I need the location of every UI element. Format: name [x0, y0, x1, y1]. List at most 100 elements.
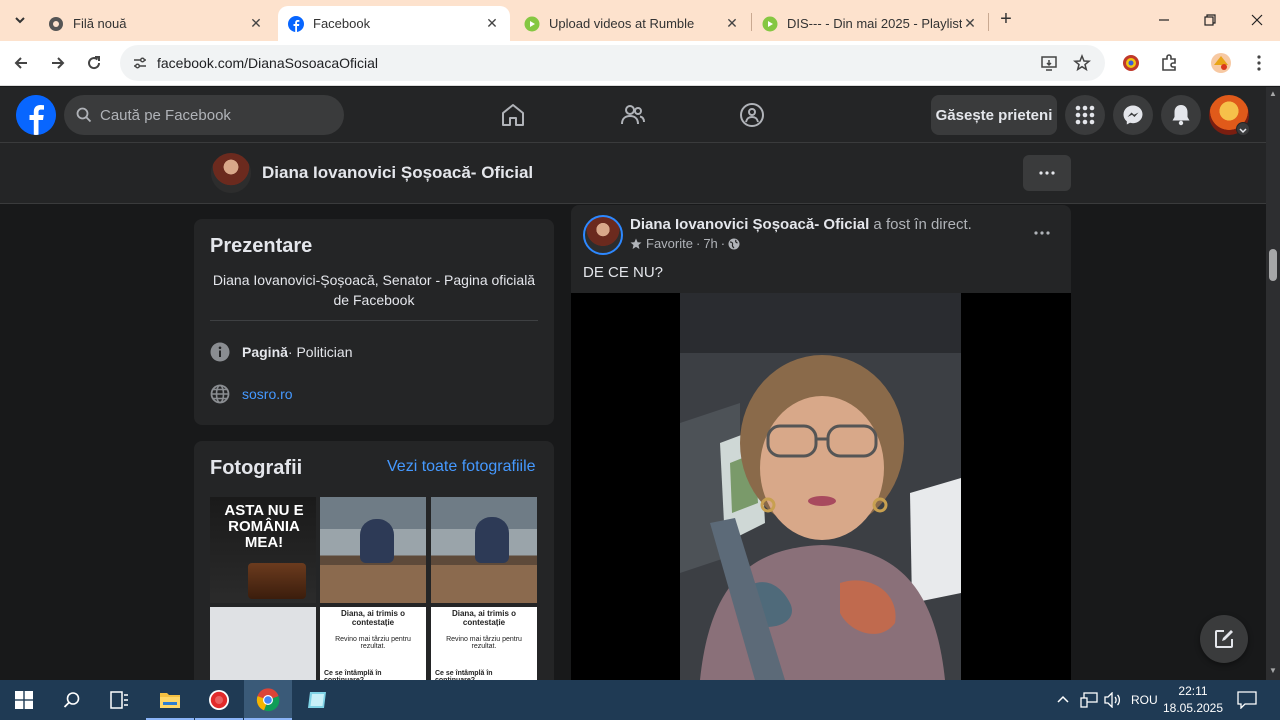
photo-tile[interactable]: [320, 497, 426, 603]
messenger-icon: [1123, 105, 1143, 125]
nav-friends[interactable]: [617, 99, 649, 131]
messenger-button[interactable]: [1113, 95, 1153, 135]
find-friends-button[interactable]: Găsește prieteni: [931, 95, 1057, 135]
site-info-icon[interactable]: [128, 51, 152, 75]
browser-menu-icon[interactable]: [1247, 51, 1271, 75]
taskbar-recorder[interactable]: [195, 680, 243, 720]
photo-tile[interactable]: [210, 607, 316, 680]
tab-rumble-upload[interactable]: Upload videos at Rumble ✕: [514, 6, 750, 41]
post-time[interactable]: 7h: [703, 236, 717, 251]
page-avatar[interactable]: [211, 153, 251, 193]
meta-dot: ·: [720, 236, 726, 251]
post-text: DE CE NU?: [583, 264, 664, 281]
more-dots-icon: [1034, 231, 1050, 235]
post-options-button[interactable]: [1028, 221, 1056, 245]
post-author-line: Diana Iovanovici Șoșoacă- Oficial a fost…: [630, 216, 972, 233]
taskbar-chrome[interactable]: [244, 680, 292, 720]
reload-button[interactable]: [79, 48, 109, 78]
task-view-button[interactable]: [96, 680, 144, 720]
facebook-logo[interactable]: [16, 95, 56, 135]
taskbar-app[interactable]: [293, 680, 341, 720]
chevron-up-icon: [1057, 695, 1069, 703]
rumble-icon: [762, 16, 778, 31]
start-button[interactable]: [0, 680, 48, 720]
scroll-down-icon[interactable]: ▼: [1269, 667, 1277, 675]
bookmark-star-icon[interactable]: [1071, 52, 1093, 74]
website-link[interactable]: sosro.ro: [242, 386, 293, 402]
extensions-puzzle-icon[interactable]: [1157, 51, 1181, 75]
page-more-button[interactable]: [1023, 155, 1071, 191]
facebook-header: Găsește prieteni: [0, 87, 1266, 143]
search-input[interactable]: [100, 106, 320, 124]
intro-card: Prezentare Diana Iovanovici-Șoșoacă, Sen…: [194, 219, 554, 425]
close-icon[interactable]: ✕: [484, 15, 500, 32]
input-language[interactable]: ROU: [1131, 680, 1158, 720]
facebook-search[interactable]: [64, 95, 344, 135]
new-message-button[interactable]: [1200, 615, 1248, 663]
doc-subtitle: Revino mai târziu pentru rezultat.: [446, 636, 522, 650]
taskbar-search-button[interactable]: [48, 680, 96, 720]
volume-tray[interactable]: [1104, 680, 1122, 720]
windows-taskbar: ROU 22:11 18.05.2025: [0, 680, 1280, 720]
photo-tile[interactable]: Diana, ai trimis o contestație Revino ma…: [320, 607, 426, 680]
star-icon: [630, 238, 642, 249]
tab-label: Facebook: [313, 16, 371, 31]
taskbar-file-explorer[interactable]: [146, 680, 194, 720]
forward-button[interactable]: [43, 48, 73, 78]
show-hidden-icons[interactable]: [1056, 680, 1070, 720]
minimize-button[interactable]: [1141, 0, 1187, 40]
tab-new-tab[interactable]: Filă nouă ✕: [38, 6, 274, 41]
website-row: sosro.ro: [210, 383, 293, 405]
install-app-icon[interactable]: [1038, 52, 1060, 74]
desk-shape: [320, 565, 426, 603]
address-bar[interactable]: facebook.com/DianaSosoacaOficial: [120, 45, 1105, 81]
close-icon[interactable]: ✕: [962, 15, 978, 32]
globe-icon: [728, 238, 740, 249]
post-meta: Favorite · 7h ·: [630, 236, 740, 251]
post-author-avatar[interactable]: [583, 215, 623, 255]
post-card: Diana Iovanovici Șoșoacă- Oficial a fost…: [571, 205, 1071, 680]
photo-tile[interactable]: [431, 497, 537, 603]
rumble-icon: [524, 16, 540, 31]
tab-rumble-playlist[interactable]: DIS--- - Din mai 2025 - Playlist ✕: [752, 6, 988, 41]
new-tab-button[interactable]: +: [995, 9, 1017, 31]
close-window-button[interactable]: [1234, 0, 1280, 40]
close-icon[interactable]: ✕: [248, 15, 264, 32]
compose-icon: [1215, 630, 1233, 648]
notifications-icon: [1237, 691, 1257, 709]
video-still: [680, 293, 961, 680]
see-all-photos-link[interactable]: Vezi toate fotografiile: [387, 458, 536, 476]
intro-title: Prezentare: [210, 235, 313, 257]
post-author-name[interactable]: Diana Iovanovici Șoșoacă- Oficial: [630, 216, 869, 233]
close-icon[interactable]: ✕: [724, 15, 740, 32]
clock-date: 18.05.2025: [1162, 701, 1224, 715]
profile-icon[interactable]: [1209, 51, 1233, 75]
scroll-up-icon[interactable]: ▲: [1269, 90, 1277, 98]
person-shape: [360, 519, 394, 563]
restore-icon: [1204, 14, 1216, 26]
network-tray[interactable]: [1080, 680, 1098, 720]
doc-subtitle: Revino mai târziu pentru rezultat.: [335, 636, 411, 650]
photo-tile[interactable]: ASTA NU E ROMÂNIA MEA!: [210, 497, 316, 603]
extension-icon[interactable]: [1119, 51, 1143, 75]
tab-search-button[interactable]: [6, 7, 34, 33]
photo-tile[interactable]: Diana, ai trimis o contestație Revino ma…: [431, 607, 537, 680]
back-button[interactable]: [6, 48, 36, 78]
chrome-icon: [49, 16, 63, 31]
friends-icon: [621, 105, 645, 125]
chevron-down-icon: [1239, 128, 1247, 134]
taskbar-clock[interactable]: 22:11 18.05.2025: [1160, 683, 1226, 717]
nav-groups[interactable]: [736, 99, 768, 131]
page-title[interactable]: Diana Iovanovici Șoșoacă- Oficial: [262, 163, 533, 183]
menu-button[interactable]: [1065, 95, 1105, 135]
account-chevron[interactable]: [1236, 122, 1250, 136]
scroll-thumb[interactable]: [1269, 249, 1277, 281]
nav-home[interactable]: [497, 99, 529, 131]
tab-facebook[interactable]: Facebook ✕: [278, 6, 510, 41]
post-video[interactable]: [571, 293, 1071, 680]
notifications-button[interactable]: [1161, 95, 1201, 135]
action-center[interactable]: [1237, 680, 1257, 720]
page-scrollbar[interactable]: ▲ ▼: [1266, 87, 1280, 680]
restore-button[interactable]: [1187, 0, 1233, 40]
more-dots-icon: [1039, 171, 1055, 175]
